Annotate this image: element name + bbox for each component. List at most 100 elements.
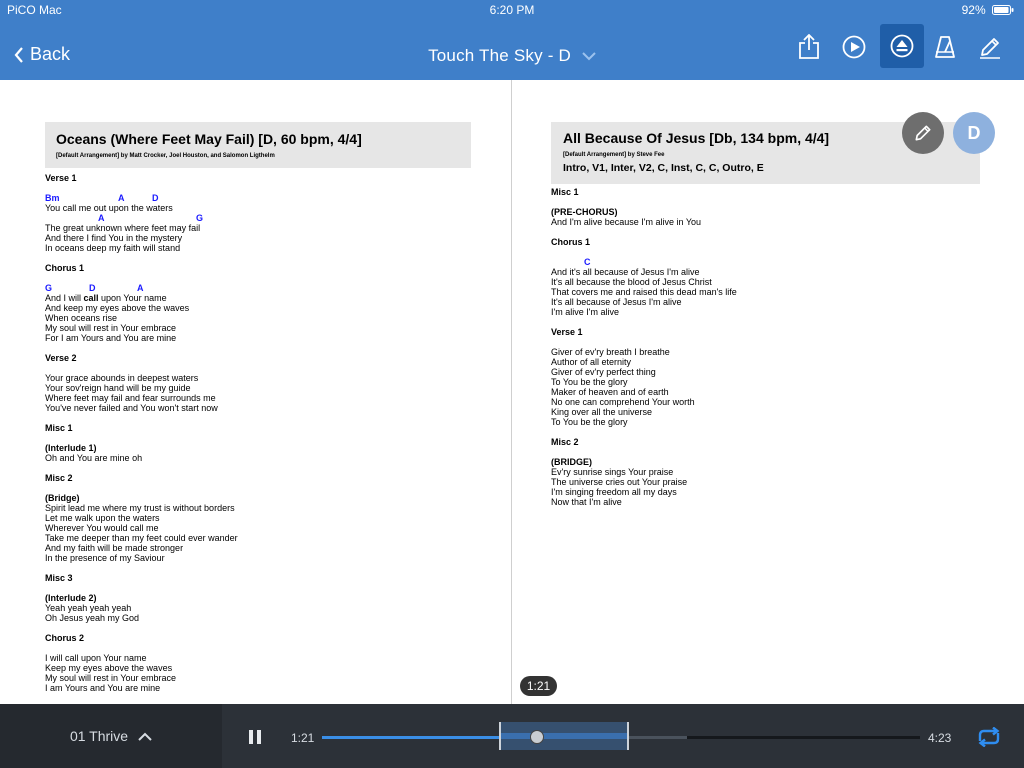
lyric-fragment: upon Your name — [98, 293, 167, 303]
chord-line: AG — [45, 213, 238, 223]
chord-symbol: D — [89, 283, 96, 293]
pencil-icon — [915, 125, 931, 141]
section-heading: Misc 1 — [551, 187, 579, 197]
lyric-line: It's all because the blood of Jesus Chri… — [551, 277, 712, 287]
chord-symbol: C — [584, 257, 591, 267]
lyric-line: In oceans deep my faith will stand — [45, 243, 181, 253]
pause-button[interactable] — [246, 728, 264, 746]
eject-button[interactable] — [880, 24, 924, 68]
edit-chart-button[interactable] — [902, 112, 944, 154]
lyric-line: Your grace abounds in deepest waters — [45, 373, 199, 383]
lyric-line: Keep my eyes above the waves — [45, 663, 173, 673]
lyric-line: My soul will rest in Your embrace — [45, 323, 177, 333]
lyric-line: Maker of heaven and of earth — [551, 387, 669, 397]
annotate-button[interactable] — [969, 26, 1011, 68]
top-toolbar: PiCO Mac 6:20 PM 92% Back Touch The Sky … — [0, 0, 1024, 80]
loop-region[interactable] — [499, 722, 629, 750]
lyric-line: To You be the glory — [551, 377, 628, 387]
lyric-line: I'm singing freedom all my days — [551, 487, 677, 497]
track-selector[interactable]: 01 Thrive — [0, 704, 222, 768]
pause-icon — [249, 730, 261, 744]
page-title: Touch The Sky - D — [428, 46, 571, 65]
left-song-title: Oceans (Where Feet May Fail) [D, 60 bpm,… — [56, 131, 362, 147]
lyric-line: Giver of ev'ry perfect thing — [551, 367, 656, 377]
current-time: 1:21 — [291, 731, 315, 745]
chord-symbol: A — [118, 193, 125, 203]
lyric-line: I'm alive I'm alive — [551, 307, 619, 317]
section-heading: Verse 2 — [45, 353, 77, 363]
battery-percent: 92% — [961, 3, 986, 17]
chord-symbol: A — [137, 283, 144, 293]
section-heading: (Interlude 2) — [45, 593, 97, 603]
section-heading: Verse 1 — [551, 327, 583, 337]
lyric-line: You've never failed and You won't start … — [45, 403, 218, 413]
eject-icon — [890, 34, 914, 58]
battery-icon — [992, 5, 1014, 15]
chord-symbol: Bm — [45, 193, 60, 203]
right-song-body: Misc 1 (PRE-CHORUS) And I'm alive because … — [551, 187, 737, 507]
chord-symbol: G — [45, 283, 53, 293]
lyric-fragment: call — [83, 293, 99, 303]
lyric-line: That covers me and raised this dead man'… — [551, 287, 737, 297]
share-icon — [799, 34, 819, 59]
track-name: 01 Thrive — [69, 728, 129, 744]
lyric-line: I am Yours and You are mine — [45, 683, 161, 693]
battery-label: 92% — [962, 3, 1014, 17]
metronome-icon — [935, 36, 955, 58]
lyric-line: Oh Jesus yeah my God — [45, 613, 140, 623]
lyric-line: It's all because of Jesus I'm alive — [551, 297, 682, 307]
section-heading: (PRE-CHORUS) — [551, 207, 618, 217]
play-button[interactable] — [833, 26, 875, 68]
metronome-button[interactable] — [924, 26, 966, 68]
chord-symbol: G — [196, 213, 204, 223]
total-time: 4:23 — [928, 731, 952, 745]
right-chart-page[interactable]: All Because Of Jesus [Db, 134 bpm, 4/4] … — [512, 80, 1024, 704]
share-button[interactable] — [788, 26, 830, 68]
avatar[interactable]: D — [953, 112, 995, 154]
right-song-order: Intro, V1, Inter, V2, C, Inst, C, C, Out… — [563, 162, 764, 174]
lyric-line: When oceans rise — [45, 313, 118, 323]
section-heading: (BRIDGE) — [551, 457, 592, 467]
lyric-fragment: And I will — [45, 293, 84, 303]
lyric-line: King over all the universe — [551, 407, 653, 417]
left-chart-page[interactable]: Oceans (Where Feet May Fail) [D, 60 bpm,… — [0, 80, 512, 704]
left-song-header: Oceans (Where Feet May Fail) [D, 60 bpm,… — [45, 122, 471, 168]
lyric-line: And my faith will be made stronger — [45, 543, 184, 553]
section-heading: Misc 3 — [45, 573, 73, 583]
section-heading: Misc 2 — [551, 437, 579, 447]
section-heading: Chorus 1 — [45, 263, 85, 273]
lyric-line: You call me out upon the waters — [45, 203, 173, 213]
lyric-line: Oh and You are mine oh — [45, 453, 143, 463]
lyric-line: The great unknown where feet may fail — [45, 223, 201, 233]
section-heading: (Interlude 1) — [45, 443, 97, 453]
lyric-line: Your sov'reign hand will be my guide — [45, 383, 191, 393]
lyric-line: Ev'ry sunrise sings Your praise — [551, 467, 674, 477]
lyric-line: Where feet may fail and fear surrounds m… — [45, 393, 216, 403]
loop-button[interactable] — [975, 726, 1003, 748]
lyric-line: And I will call upon Your name — [45, 293, 238, 303]
lyric-line: For I am Yours and You are mine — [45, 333, 177, 343]
section-heading: (Bridge) — [45, 493, 80, 503]
section-heading: Misc 2 — [45, 473, 73, 483]
section-heading: Misc 1 — [45, 423, 73, 433]
avatar-letter: D — [967, 122, 981, 143]
pencil-icon — [980, 38, 1000, 59]
lyric-line: Take me deeper than my feet could ever w… — [45, 533, 238, 543]
lyric-line: And keep my eyes above the waves — [45, 303, 190, 313]
section-heading: Chorus 1 — [551, 237, 591, 247]
left-song-author: [Default Arrangement] by Matt Crocker, J… — [56, 153, 275, 159]
